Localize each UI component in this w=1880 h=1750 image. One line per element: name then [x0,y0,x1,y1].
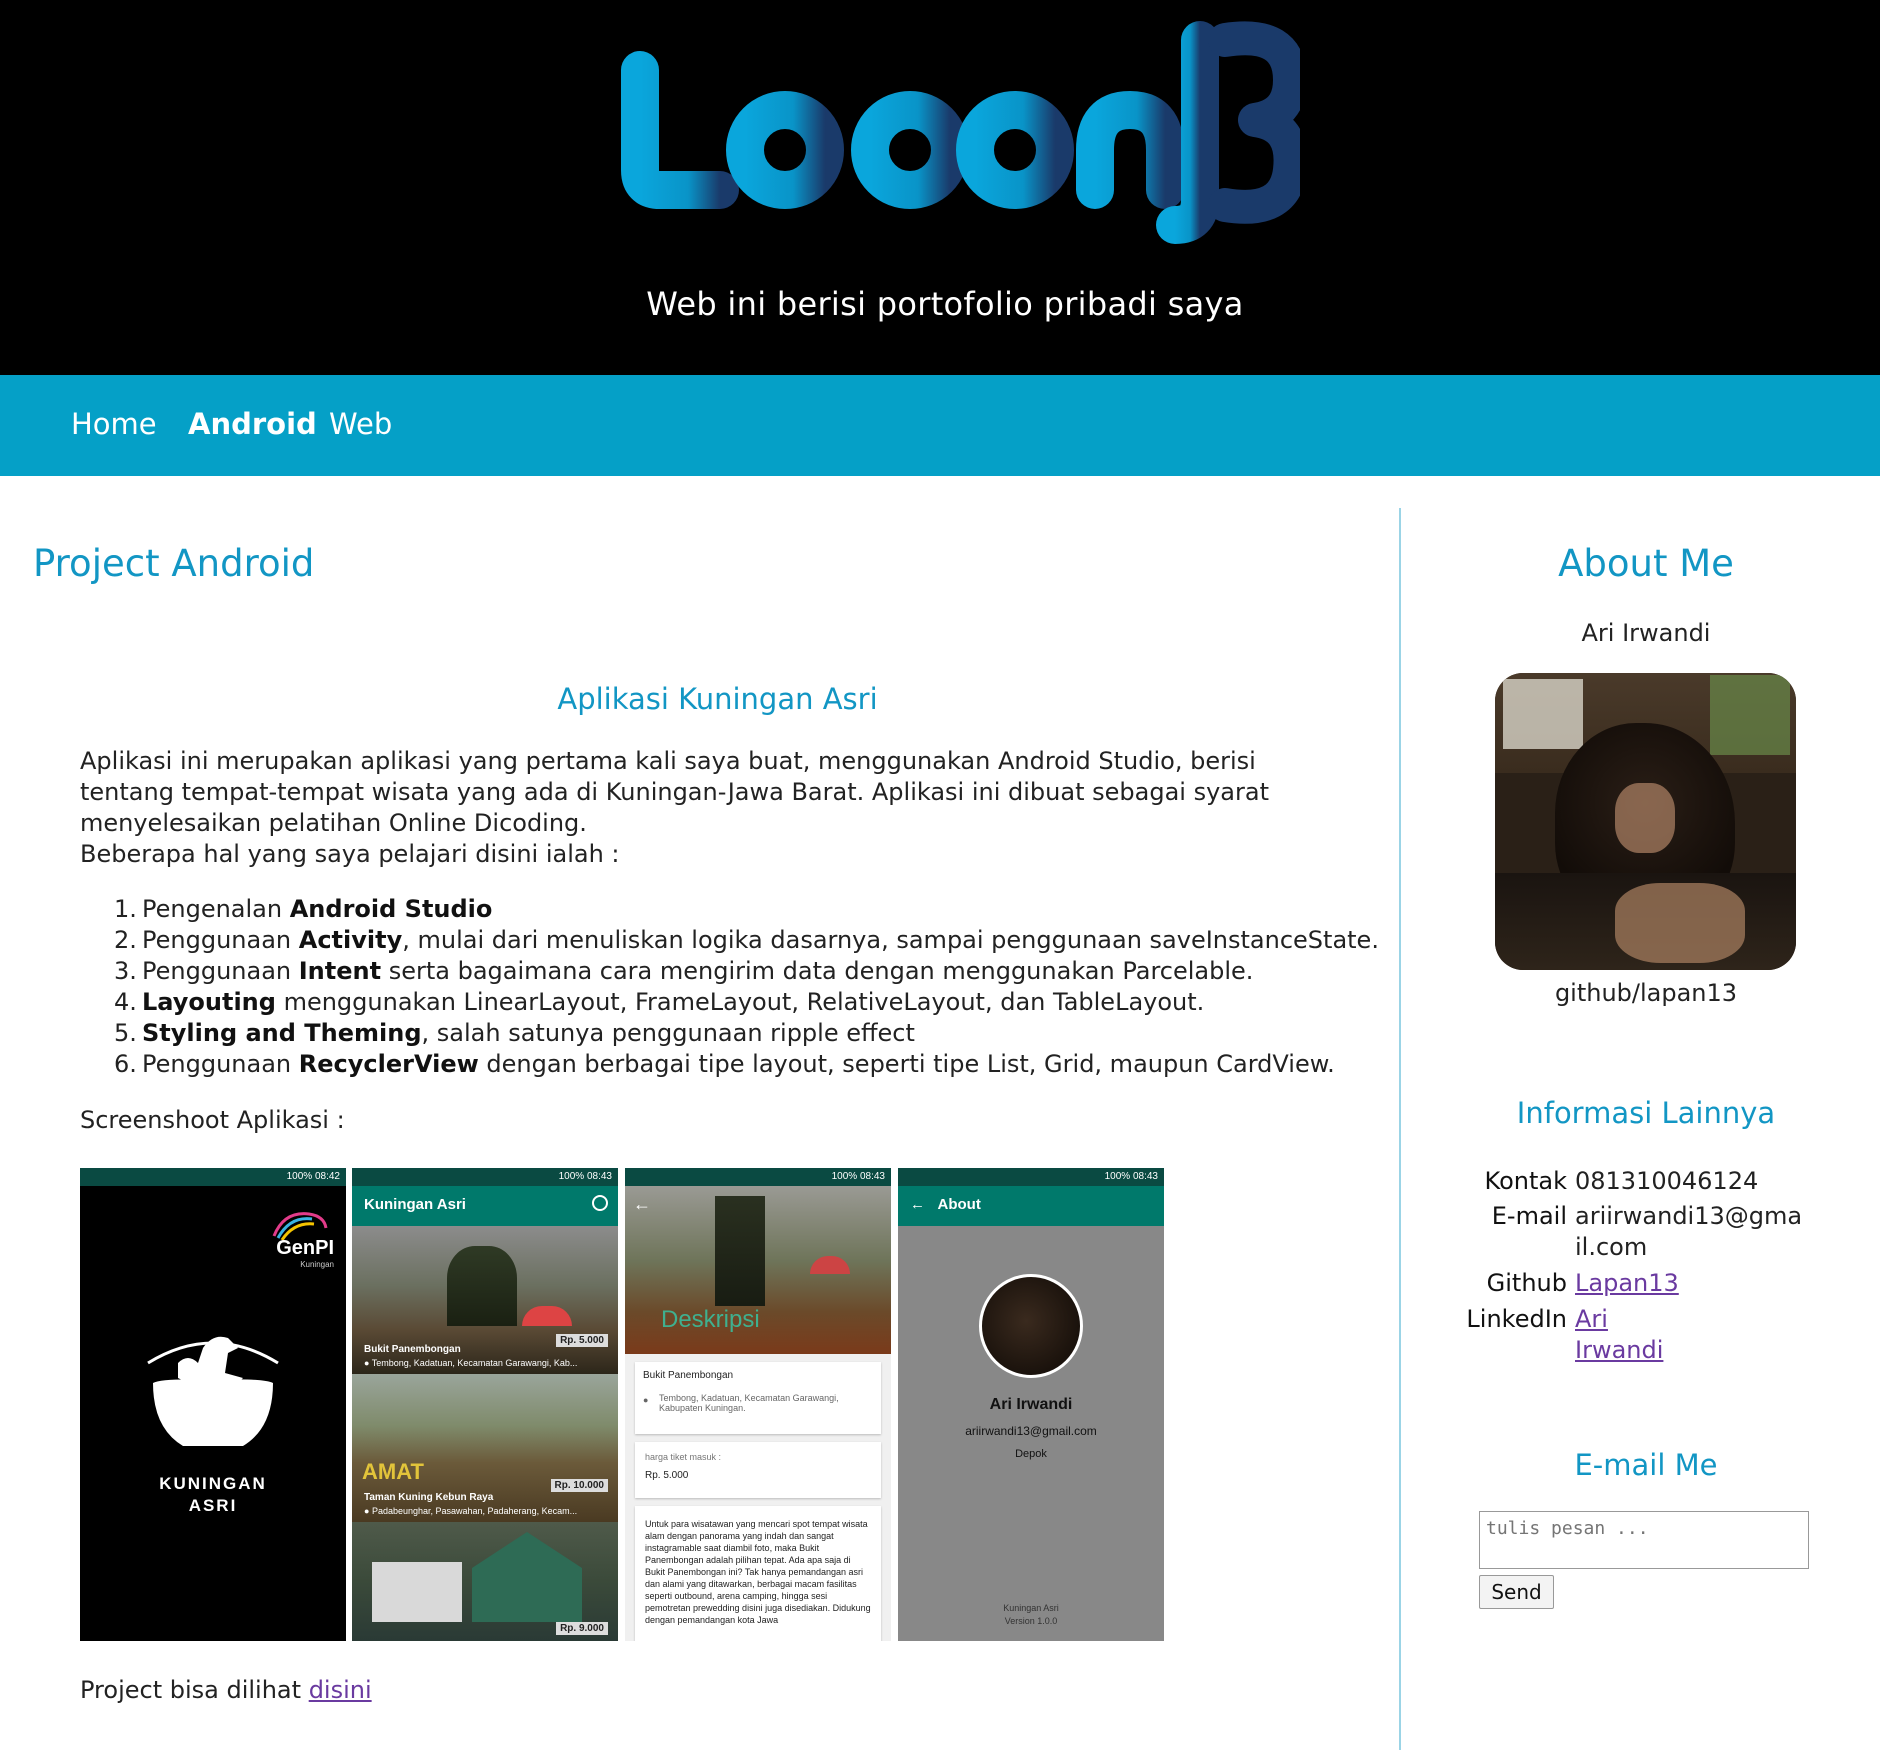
about-app-name: Kuningan Asri [1003,1603,1059,1613]
about-city: Depok [1015,1448,1047,1460]
screenshot-detail[interactable]: 100% 08:43 ← Deskripsi Bukit Panembongan… [625,1168,891,1641]
price-badge: Rp. 9.000 [556,1622,608,1635]
screenshot-list[interactable]: 100% 08:43 Kuningan Asri Rp. 5.000 Bukit… [352,1168,618,1641]
intro-lead: Beberapa hal yang saya pelajari disini i… [80,840,620,868]
detail-price-card: harga tiket masuk : Rp. 5.000 [635,1442,881,1498]
list-item: 2. Penggunaan Activity, mulai dari menuli… [114,926,1379,954]
about-version: Version 1.0.0 [1004,1616,1058,1626]
back-arrow-icon[interactable]: ← [910,1196,925,1213]
price-badge: Rp. 10.000 [550,1479,608,1492]
nav-home-link[interactable]: Home [71,407,157,441]
genpi-logo: GenPI Kuningan [264,1206,334,1269]
app-screenshots: 100% 08:42 GenPI Kuningan KUNINGAN ASRI … [80,1168,1164,1641]
about-email: ariirwandi13@gmail.com [965,1424,1097,1438]
nav-android-link[interactable]: Android [188,407,317,441]
profile-photo [1495,673,1796,970]
item-name: Bukit Panembongan [364,1344,461,1355]
detail-header-image: ← Deskripsi [625,1186,891,1354]
screenshots-label: Screenshoot Aplikasi : [80,1106,345,1134]
main-nav: Home Android Web [0,375,1880,476]
sidebar: About Me Ari Irwandi github/lapan13 Info… [1401,476,1880,1750]
send-button[interactable]: Send [1479,1575,1554,1609]
about-name: Ari Irwandi [989,1396,1073,1413]
splash-app-name: KUNINGAN [159,1474,267,1493]
info-label: LinkedIn [1466,1305,1567,1333]
app-toolbar: Kuningan Asri [352,1186,618,1226]
info-label: Kontak [1484,1167,1567,1195]
price-badge: Rp. 5.000 [556,1334,608,1347]
info-label: E-mail [1491,1202,1567,1230]
message-input[interactable] [1479,1511,1809,1569]
item-name: Taman Kuning Kebun Raya [364,1492,494,1503]
github-handle: github/lapan13 [1554,979,1738,1007]
back-arrow-icon[interactable]: ← [633,1194,651,1215]
avatar [979,1274,1083,1378]
project-link-text: Project bisa dilihat [80,1676,309,1704]
status-bar: 100% 08:43 [898,1168,1164,1186]
location-pin-icon: ● [643,1395,649,1405]
list-item[interactable]: Rp. 5.000 Bukit Panembongan ● Tembong, K… [352,1226,618,1374]
status-bar: 100% 08:43 [625,1168,891,1186]
list-item: 1. Pengenalan Android Studio [114,895,493,923]
email-me-title: E-mail Me [1574,1448,1718,1482]
site-logo[interactable] [600,0,1308,260]
site-header: Web ini berisi portofolio pribadi saya [0,0,1880,375]
site-tagline: Web ini berisi portofolio pribadi saya [646,285,1244,323]
info-value: ariirwandi13@gmail.com [1575,1202,1803,1261]
project-link[interactable]: disini [309,1676,372,1704]
learn-list: 1. Pengenalan Android Studio 2. Penggunaan… [114,894,1379,1080]
kuningan-asri-emblem [143,1318,283,1463]
app-toolbar: ← About [898,1186,1164,1226]
info-value: 081310046124 [1575,1167,1759,1195]
screenshot-splash[interactable]: 100% 08:42 GenPI Kuningan KUNINGAN ASRI [80,1168,346,1641]
main-content: Project Android Aplikasi Kuningan Asri A… [0,476,1400,1750]
article-intro: Aplikasi ini merupakan aplikasi yang per… [80,746,1350,870]
status-bar: 100% 08:43 [352,1168,618,1186]
list-item[interactable]: Rp. 9.000 [352,1522,618,1641]
github-link[interactable]: Lapan13 [1575,1268,1679,1299]
nav-web-link[interactable]: Web [329,407,392,441]
article-title: Aplikasi Kuningan Asri [557,682,878,716]
list-item: 5. Styling and Theming, salah satunya pen… [114,1019,915,1047]
list-item: 6. Penggunaan RecyclerView dengan berbaga… [114,1050,1335,1078]
info-icon[interactable] [592,1195,608,1211]
list-item: 4. Layouting menggunakan LinearLayout, Fr… [114,988,1205,1016]
info-title: Informasi Lainnya [1516,1096,1776,1130]
splash-app-name: ASRI [188,1496,238,1515]
about-me-title: About Me [1558,542,1734,585]
detail-info-card: Bukit Panembongan ● Tembong, Kadatuan, K… [635,1362,881,1434]
about-me-name: Ari Irwandi [1581,619,1711,647]
project-link-line: Project bisa dilihat disini [80,1676,372,1704]
info-label: Github [1486,1269,1567,1297]
detail-header-title: Deskripsi [661,1306,760,1333]
list-item: 3. Penggunaan Intent serta bagaimana cara… [114,957,1254,985]
status-bar: 100% 08:42 [80,1168,346,1186]
screenshot-about[interactable]: 100% 08:43 ← About Ari Irwandi ariirwand… [898,1168,1164,1641]
list-item[interactable]: AMAT Rp. 10.000 Taman Kuning Kebun Raya … [352,1374,618,1522]
horse-emblem-icon [147,1336,279,1446]
detail-description-card: Untuk para wisatawan yang mencari spot t… [635,1506,881,1641]
intro-paragraph: Aplikasi ini merupakan aplikasi yang per… [80,747,1269,837]
page-title: Project Android [33,542,315,585]
linkedin-link[interactable]: Ari Irwandi [1575,1304,1663,1366]
